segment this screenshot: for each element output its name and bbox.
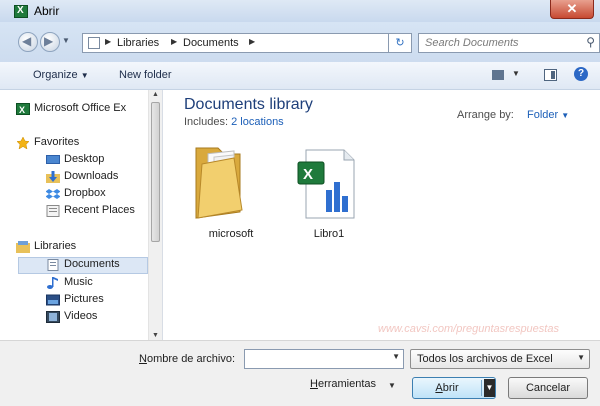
nav-item-label: Documents (64, 258, 120, 270)
file-type-value: Todos los archivos de Excel (417, 353, 553, 365)
cancel-button[interactable]: Cancelar (508, 377, 588, 399)
breadcrumb-separator-icon[interactable]: ▶ (249, 37, 255, 46)
scrollbar-thumb[interactable] (151, 102, 160, 242)
watermark-text: www.cavsi.com/preguntasrespuestas (378, 323, 559, 335)
nav-item-documents[interactable]: Documents (47, 258, 120, 275)
arrange-by-dropdown[interactable]: Folder ▼ (527, 109, 569, 121)
open-label: Abrir (413, 378, 481, 398)
documents-icon (47, 259, 59, 271)
view-dropdown-icon[interactable]: ▼ (512, 69, 520, 78)
filename-input[interactable]: ▼ (244, 349, 404, 369)
videos-icon (46, 311, 60, 323)
arrange-by-label: Arrange by: (457, 109, 514, 121)
back-button[interactable]: ◀ (18, 32, 38, 52)
chevron-down-icon: ▼ (577, 353, 585, 362)
forward-button[interactable]: ▶ (40, 32, 60, 52)
open-label-text: brir (442, 382, 459, 394)
file-item-folder[interactable]: microsoft (186, 140, 276, 240)
excel-file-icon: X (297, 149, 355, 219)
bottom-panel: Nombre de archivo: ▼ Todos los archivos … (0, 340, 600, 406)
scroll-down-icon[interactable]: ▼ (152, 332, 159, 339)
scroll-up-icon[interactable]: ▲ (152, 91, 159, 98)
new-folder-button[interactable]: New folder (119, 69, 172, 81)
folder-icon (195, 147, 243, 219)
address-row: ◀ ▶ ▼ ▶ Libraries ▶ Documents ▶ ▼ ↻ Sear… (0, 22, 600, 62)
tools-dropdown-icon[interactable]: ▼ (388, 381, 396, 390)
open-dialog: Abrir ✕ ◀ ▶ ▼ ▶ Libraries ▶ Documents ▶ … (0, 0, 600, 406)
window-title: Abrir (34, 4, 60, 18)
close-button[interactable]: ✕ (550, 0, 594, 19)
filename-label-text: ombre de archivo: (146, 353, 235, 365)
breadcrumb-separator-icon[interactable]: ▶ (171, 37, 177, 46)
command-toolbar: Organize ▼ New folder ▼ ? (0, 62, 600, 90)
pictures-icon (46, 294, 60, 306)
breadcrumb-separator-icon[interactable]: ▶ (105, 37, 111, 46)
open-split-divider (481, 380, 482, 396)
refresh-button[interactable]: ↻ (388, 33, 412, 53)
search-placeholder: Search Documents (425, 37, 519, 49)
preview-pane-icon[interactable] (544, 69, 557, 81)
title-bar: Abrir ✕ (0, 0, 600, 22)
open-accesskey: A (435, 382, 443, 394)
folder-icon (88, 37, 100, 49)
open-button[interactable]: Abrir ▼ (412, 377, 496, 399)
chevron-down-icon: ▼ (561, 111, 570, 120)
library-includes: Includes: 2 locations (184, 116, 284, 128)
close-icon: ✕ (566, 1, 578, 16)
excel-icon (14, 5, 28, 18)
file-type-select[interactable]: Todos los archivos de Excel ▼ (410, 349, 590, 369)
file-item-libro1[interactable]: X Libro1 (284, 140, 374, 240)
nav-item-label: Pictures (64, 293, 104, 305)
recent-locations-dropdown-icon[interactable]: ▼ (62, 36, 70, 45)
chevron-down-icon: ▼ (80, 71, 89, 80)
back-arrow-icon: ◀ (22, 34, 32, 48)
library-title: Documents library (184, 96, 313, 113)
view-icon[interactable] (492, 70, 504, 80)
nav-scrollbar[interactable]: ▲ ▼ (148, 90, 162, 340)
open-options-dropdown-icon[interactable]: ▼ (484, 379, 495, 397)
arrange-by-value: Folder (527, 109, 559, 121)
navigation-pane-sub: Documents Music Pictures Videos (0, 90, 163, 340)
nav-item-videos[interactable]: Videos (46, 310, 98, 327)
tools-accesskey: H (310, 378, 318, 390)
search-input[interactable]: Search Documents ⚲ (418, 33, 600, 53)
address-bar[interactable]: ▶ Libraries ▶ Documents ▶ ▼ (82, 33, 410, 53)
filename-label-accesskey: N (139, 353, 147, 365)
nav-item-music[interactable]: Music (47, 276, 93, 293)
file-caption: Libro1 (313, 228, 345, 240)
tools-label: erramientas (317, 378, 377, 390)
forward-arrow-icon: ▶ (44, 34, 54, 48)
breadcrumb-documents[interactable]: Documents (183, 37, 239, 49)
search-icon[interactable]: ⚲ (586, 35, 595, 49)
breadcrumb-libraries[interactable]: Libraries (117, 37, 159, 49)
nav-item-label: Videos (64, 310, 98, 322)
filename-label: Nombre de archivo: (139, 353, 235, 365)
organize-button[interactable]: Organize ▼ (33, 69, 89, 81)
help-icon[interactable]: ? (574, 67, 588, 81)
file-caption: microsoft (208, 228, 254, 240)
pane-splitter[interactable] (162, 90, 163, 340)
includes-label: Includes: (184, 116, 229, 128)
svg-text:X: X (303, 166, 313, 183)
locations-link[interactable]: 2 locations (231, 116, 284, 128)
nav-item-pictures[interactable]: Pictures (46, 293, 104, 310)
music-icon (47, 277, 58, 289)
refresh-icon: ↻ (395, 37, 405, 49)
filename-dropdown-icon[interactable]: ▼ (392, 352, 400, 361)
tools-button[interactable]: Herramientas (310, 378, 376, 390)
organize-label: Organize (33, 69, 78, 81)
nav-item-label: Music (64, 276, 93, 288)
